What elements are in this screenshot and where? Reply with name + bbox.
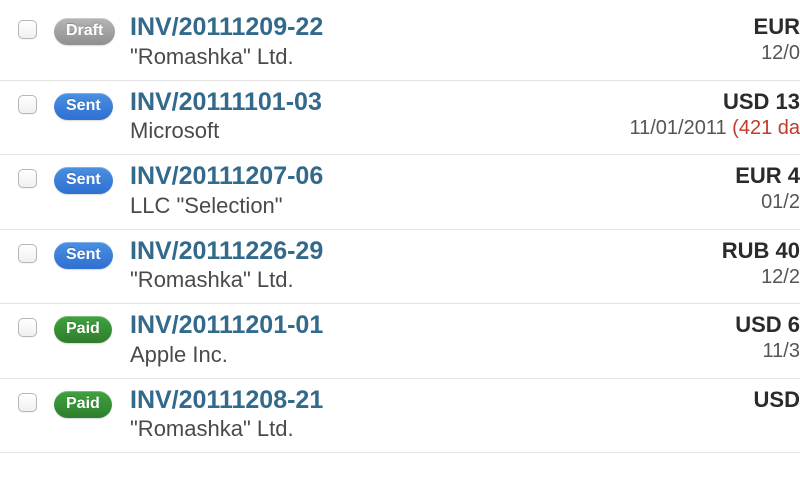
select-checkbox[interactable]	[18, 95, 37, 114]
due-date: 11/3	[763, 340, 800, 362]
amount-cell: USD	[660, 387, 800, 415]
status-badge: Draft	[54, 18, 115, 45]
status-badge: Sent	[54, 93, 113, 120]
amount-cell: EUR12/0	[660, 14, 800, 65]
status-badge: Paid	[54, 391, 112, 418]
client-name: LLC "Selection"	[130, 193, 660, 219]
checkbox-cell	[0, 387, 54, 412]
due-date: 01/2	[761, 191, 800, 213]
invoice-number-link[interactable]: INV/20111208-21	[130, 387, 660, 415]
invoice-number-link[interactable]: INV/20111207-06	[130, 163, 660, 191]
date-line: 11/3	[660, 340, 800, 363]
select-checkbox[interactable]	[18, 318, 37, 337]
status-cell: Draft	[54, 14, 128, 45]
select-checkbox[interactable]	[18, 244, 37, 263]
amount: USD 13	[629, 89, 800, 115]
client-name: Apple Inc.	[130, 342, 660, 368]
client-name: "Romashka" Ltd.	[130, 267, 660, 293]
due-date: 11/01/2011	[629, 117, 732, 139]
client-name: "Romashka" Ltd.	[130, 44, 660, 70]
overdue-text: (421 da	[732, 117, 800, 139]
invoice-main: INV/20111101-03Microsoft	[128, 89, 629, 145]
date-line: 12/0	[660, 42, 800, 65]
status-cell: Sent	[54, 163, 128, 194]
amount: EUR	[660, 14, 800, 40]
select-checkbox[interactable]	[18, 169, 37, 188]
invoice-number-link[interactable]: INV/20111201-01	[130, 312, 660, 340]
invoice-main: INV/20111207-06LLC "Selection"	[128, 163, 660, 219]
date-line: 12/2	[660, 266, 800, 289]
status-badge: Sent	[54, 242, 113, 269]
checkbox-cell	[0, 14, 54, 39]
status-cell: Paid	[54, 387, 128, 418]
amount-cell: EUR 401/2	[660, 163, 800, 214]
amount: USD 6	[660, 312, 800, 338]
select-checkbox[interactable]	[18, 20, 37, 39]
select-checkbox[interactable]	[18, 393, 37, 412]
invoice-row: Sent INV/20111226-29"Romashka" Ltd.RUB 40…	[0, 230, 800, 305]
amount-cell: RUB 4012/2	[660, 238, 800, 289]
invoice-row: Sent INV/20111101-03MicrosoftUSD 1311/01/…	[0, 81, 800, 156]
status-cell: Sent	[54, 89, 128, 120]
invoice-number-link[interactable]: INV/20111226-29	[130, 238, 660, 266]
invoice-number-link[interactable]: INV/20111209-22	[130, 14, 660, 42]
invoice-row: Paid INV/20111201-01Apple Inc.USD 611/3	[0, 304, 800, 379]
date-line: 11/01/2011 (421 da	[629, 117, 800, 140]
checkbox-cell	[0, 89, 54, 114]
due-date: 12/0	[761, 42, 800, 64]
checkbox-cell	[0, 238, 54, 263]
amount: EUR 4	[660, 163, 800, 189]
due-date: 12/2	[761, 266, 800, 288]
invoice-row: Paid INV/20111208-21"Romashka" Ltd.USD	[0, 379, 800, 454]
client-name: "Romashka" Ltd.	[130, 416, 660, 442]
checkbox-cell	[0, 312, 54, 337]
invoice-main: INV/20111201-01Apple Inc.	[128, 312, 660, 368]
invoice-row: Sent INV/20111207-06LLC "Selection"EUR 40…	[0, 155, 800, 230]
invoice-row: Draft INV/20111209-22"Romashka" Ltd.EUR12…	[0, 6, 800, 81]
invoice-number-link[interactable]: INV/20111101-03	[130, 89, 629, 117]
status-cell: Paid	[54, 312, 128, 343]
status-cell: Sent	[54, 238, 128, 269]
date-line: 01/2	[660, 191, 800, 214]
invoice-main: INV/20111208-21"Romashka" Ltd.	[128, 387, 660, 443]
invoice-main: INV/20111226-29"Romashka" Ltd.	[128, 238, 660, 294]
client-name: Microsoft	[130, 118, 629, 144]
status-badge: Sent	[54, 167, 113, 194]
status-badge: Paid	[54, 316, 112, 343]
amount-cell: USD 611/3	[660, 312, 800, 363]
invoice-list: DraftINV/20111209-22"Romashka" Ltd.EUR12…	[0, 0, 800, 453]
amount: RUB 40	[660, 238, 800, 264]
invoice-main: INV/20111209-22"Romashka" Ltd.	[128, 14, 660, 70]
checkbox-cell	[0, 163, 54, 188]
amount-cell: USD 1311/01/2011 (421 da	[629, 89, 800, 140]
amount: USD	[660, 387, 800, 413]
